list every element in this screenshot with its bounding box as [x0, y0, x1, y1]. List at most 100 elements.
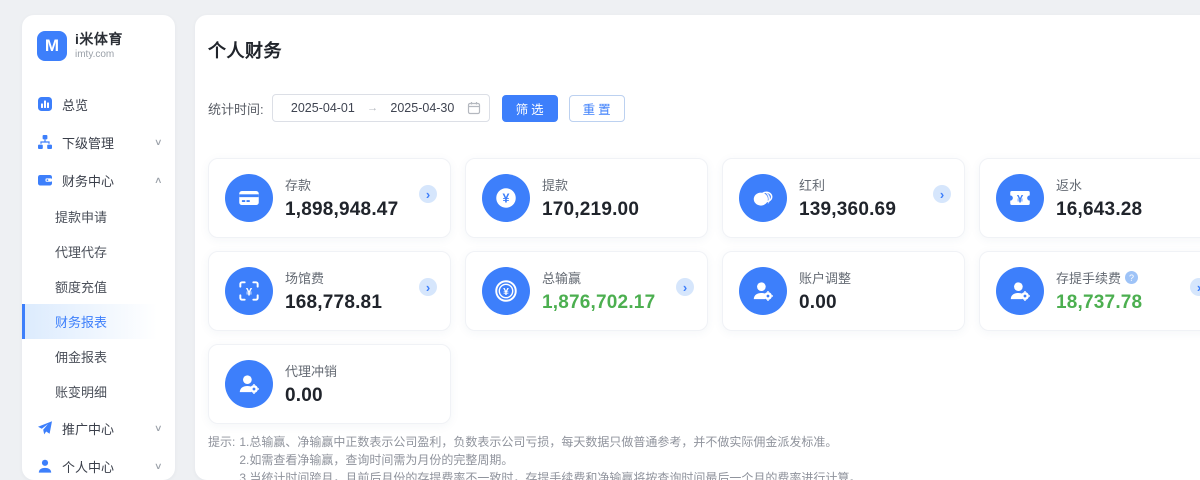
arrow-icon[interactable]: › [676, 278, 694, 296]
plane-icon [37, 420, 53, 436]
stat-card-bonus: 红利 139,360.69 › [722, 158, 965, 238]
sidebar-item-finance-report[interactable]: 财务报表 [22, 304, 175, 339]
sidebar-item-label: 总览 [62, 95, 162, 114]
stat-cards-grid: 存款 1,898,948.47 › ¥ 提款 170,219.00 红利 139… [208, 158, 1200, 424]
chevron-down-icon: ∨ [154, 423, 163, 434]
stat-card-label: 总输赢 [542, 268, 581, 287]
sidebar-item-overview[interactable]: 总览 [22, 85, 175, 123]
arrow-icon[interactable]: › [419, 185, 437, 203]
date-end-value[interactable]: 2025-04-30 [380, 101, 465, 115]
tips-label: 提示: [208, 433, 235, 480]
arrow-icon[interactable]: › [933, 185, 951, 203]
reset-button[interactable]: 重置 [569, 95, 625, 122]
tips-line-1: 1.总输赢、净输赢中正数表示公司盈利，负数表示公司亏损，每天数据只做普通参考，并… [239, 433, 861, 451]
logo-icon: M [37, 31, 67, 61]
sidebar-item-commission-report[interactable]: 佣金报表 [22, 339, 175, 374]
chart-icon [37, 96, 53, 112]
wallet-icon [37, 172, 53, 188]
stat-card-value: 0.00 [799, 292, 851, 314]
sidebar-menu: 总览 下级管理 ∨ 财务中心 ∧ 提款申请 代理代存 额度充值 财务报表 佣金报… [22, 85, 175, 480]
app-logo: M i米体育 imty.com [22, 15, 175, 75]
svg-text:¥: ¥ [503, 192, 510, 206]
chevron-down-icon: ∨ [154, 137, 163, 148]
stat-card-value: 168,778.81 [285, 292, 382, 314]
stat-card-label: 红利 [799, 175, 825, 194]
date-range-separator: → [365, 102, 380, 114]
stat-card-deposit: 存款 1,898,948.47 › [208, 158, 451, 238]
yencircle-icon: ¥ [482, 174, 530, 222]
bankcard-icon [225, 174, 273, 222]
stat-card-value: 18,737.78 [1056, 292, 1142, 314]
sidebar-item-label: 财务中心 [62, 171, 155, 190]
tips-line-3: 3.当统计时间跨月，且前后月份的存提费率不一致时，存提手续费和净输赢将按查询时间… [239, 469, 861, 480]
user-icon [37, 458, 53, 474]
sidebar-item-personal-center[interactable]: 个人中心 ∨ [22, 447, 175, 480]
stat-card-value: 1,876,702.17 [542, 292, 655, 314]
stat-card-agent-writeoff: 代理冲销 0.00 [208, 344, 451, 424]
scan-icon: ¥ [225, 267, 273, 315]
sidebar-subitem-label: 财务报表 [55, 312, 107, 331]
sidebar-subitem-label: 提款申请 [55, 207, 107, 226]
stat-card-value: 139,360.69 [799, 199, 896, 221]
stat-card-rebate: ¥ 返水 16,643.28 [979, 158, 1200, 238]
sidebar-item-finance-center[interactable]: 财务中心 ∧ [22, 161, 175, 199]
arrow-icon[interactable]: › [1190, 278, 1200, 296]
usergear-icon [225, 360, 273, 408]
stat-card-label: 存款 [285, 175, 311, 194]
filter-button[interactable]: 筛选 [502, 95, 558, 122]
stat-card-venue-fee: ¥ 场馆费 168,778.81 › [208, 251, 451, 331]
stat-card-label: 提款 [542, 175, 568, 194]
stat-card-value: 16,643.28 [1056, 199, 1142, 221]
stat-card-withdrawal: ¥ 提款 170,219.00 [465, 158, 708, 238]
chevron-down-icon: ∨ [154, 461, 163, 472]
stat-card-value: 0.00 [285, 385, 337, 407]
chevron-up-icon: ∧ [154, 175, 163, 186]
ticket-icon: ¥ [996, 174, 1044, 222]
stat-time-label: 统计时间: [208, 99, 264, 118]
sidebar-item-agent-deposit[interactable]: 代理代存 [22, 234, 175, 269]
stat-card-label: 账户调整 [799, 268, 851, 287]
stat-card-total-winloss: ¥ 总输赢 1,876,702.17 › [465, 251, 708, 331]
sidebar-item-quota-recharge[interactable]: 额度充值 [22, 269, 175, 304]
stat-card-label: 返水 [1056, 175, 1082, 194]
sidebar-subitem-label: 代理代存 [55, 242, 107, 261]
sidebar-item-label: 下级管理 [62, 133, 155, 152]
stat-card-label: 存提手续费 [1056, 268, 1121, 287]
sidebar-subitem-label: 额度充值 [55, 277, 107, 296]
stat-card-value: 170,219.00 [542, 199, 639, 221]
sidebar-item-withdraw-apply[interactable]: 提款申请 [22, 199, 175, 234]
tips-line-2: 2.如需查看净输赢，查询时间需为月份的完整周期。 [239, 451, 861, 469]
sidebar-item-label: 推广中心 [62, 419, 155, 438]
coinring-icon: ¥ [482, 267, 530, 315]
team-icon [37, 134, 53, 150]
svg-text:¥: ¥ [1017, 193, 1024, 205]
usergear-icon [739, 267, 787, 315]
sidebar-item-label: 个人中心 [62, 457, 155, 476]
stat-card-label: 代理冲销 [285, 361, 337, 380]
sidebar-subitem-label: 账变明细 [55, 382, 107, 401]
stat-card-value: 1,898,948.47 [285, 199, 398, 221]
filter-bar: 统计时间: 2025-04-01 → 2025-04-30 筛选 重置 [208, 94, 1200, 122]
stat-card-dw-fee: 存提手续费 ? 18,737.78 › [979, 251, 1200, 331]
svg-text:¥: ¥ [246, 286, 253, 298]
logo-domain: imty.com [75, 49, 123, 61]
coins-icon [739, 174, 787, 222]
date-start-value[interactable]: 2025-04-01 [281, 101, 366, 115]
sidebar-item-subordinate-mgmt[interactable]: 下级管理 ∨ [22, 123, 175, 161]
arrow-icon[interactable]: › [419, 278, 437, 296]
main-content: 个人财务 统计时间: 2025-04-01 → 2025-04-30 筛选 重置… [195, 15, 1200, 480]
sidebar-item-promotion-center[interactable]: 推广中心 ∨ [22, 409, 175, 447]
date-range-input[interactable]: 2025-04-01 → 2025-04-30 [272, 94, 490, 122]
stat-card-label: 场馆费 [285, 268, 324, 287]
usergear-icon [996, 267, 1044, 315]
calendar-icon[interactable] [467, 101, 481, 115]
logo-title: i米体育 [75, 31, 123, 47]
tips-lines: 1.总输赢、净输赢中正数表示公司盈利，负数表示公司亏损，每天数据只做普通参考，并… [239, 433, 861, 480]
help-icon[interactable]: ? [1125, 271, 1138, 284]
page-title: 个人财务 [208, 37, 1200, 63]
tips: 提示: 1.总输赢、净输赢中正数表示公司盈利，负数表示公司亏损，每天数据只做普通… [208, 433, 1200, 480]
sidebar: M i米体育 imty.com 总览 下级管理 ∨ 财务中心 ∧ 提款申请 代理… [22, 15, 175, 480]
sidebar-item-account-changes[interactable]: 账变明细 [22, 374, 175, 409]
stat-card-account-adjust: 账户调整 0.00 [722, 251, 965, 331]
sidebar-subitem-label: 佣金报表 [55, 347, 107, 366]
